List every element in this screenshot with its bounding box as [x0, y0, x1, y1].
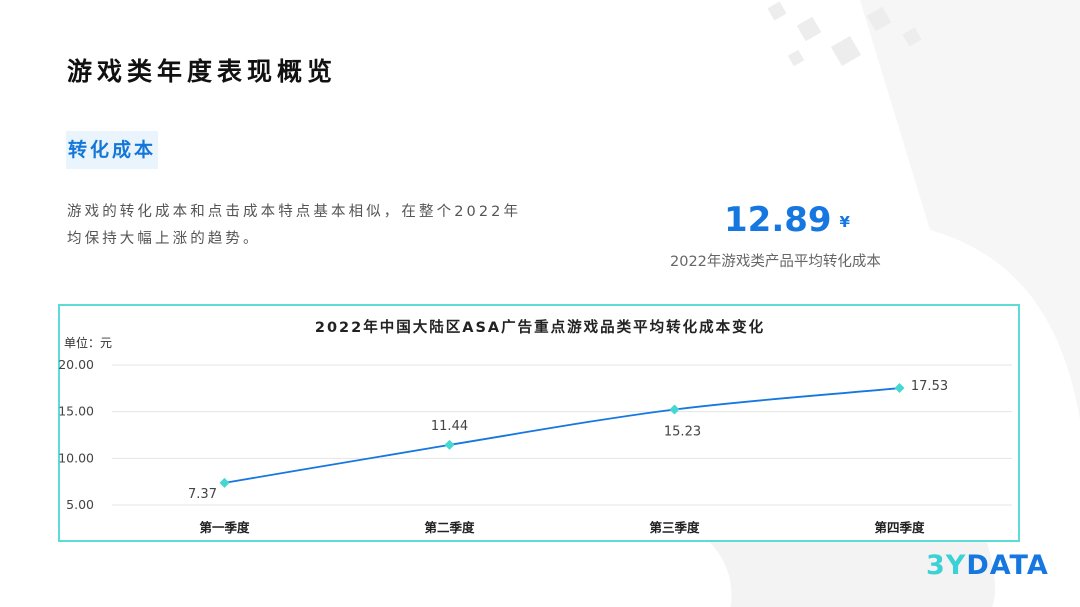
chart-title: 2022年中国大陆区ASA广告重点游戏品类平均转化成本变化: [315, 318, 765, 336]
y-tick-label: 15.00: [58, 404, 94, 419]
y-tick-label: 20.00: [58, 357, 94, 372]
y-tick-label: 10.00: [58, 450, 94, 465]
data-point: [894, 383, 905, 394]
x-tick-label: 第四季度: [874, 520, 925, 535]
line-chart: 2022年中国大陆区ASA广告重点游戏品类平均转化成本变化 单位：元 5.00 1…: [58, 318, 1012, 535]
data-label: 15.23: [664, 425, 701, 440]
x-tick-label: 第一季度: [199, 520, 250, 535]
data-point: [669, 404, 680, 415]
x-tick-label: 第二季度: [424, 520, 475, 535]
data-label: 11.44: [431, 419, 468, 434]
data-label: 17.53: [911, 379, 948, 394]
y-axis-unit-label: 单位：元: [64, 335, 112, 350]
data-point: [219, 477, 230, 488]
y-tick-label: 5.00: [66, 497, 94, 512]
x-tick-label: 第三季度: [649, 520, 700, 535]
data-point: [444, 439, 455, 450]
series-line: [224, 387, 900, 484]
data-label: 7.37: [188, 487, 217, 502]
